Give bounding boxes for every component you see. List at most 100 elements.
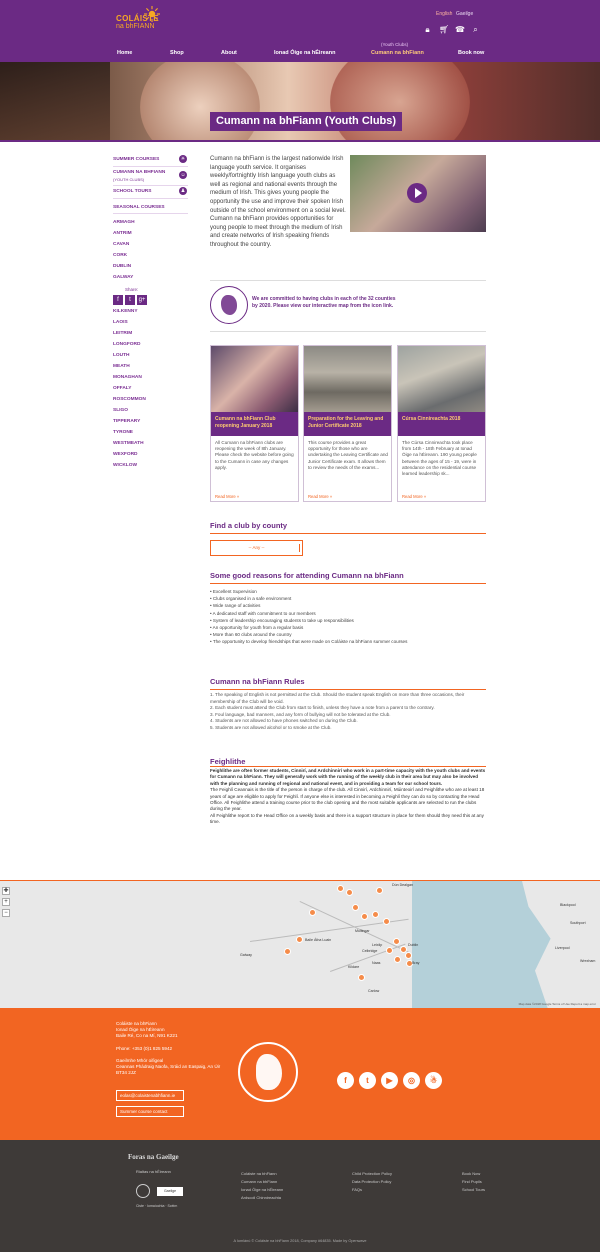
lang-english-link[interactable]: English bbox=[436, 11, 452, 17]
seasonal-courses-title: SEASONAL COURSES bbox=[113, 205, 165, 210]
map-pin[interactable] bbox=[372, 911, 379, 918]
map-pin[interactable] bbox=[405, 952, 412, 959]
footer-link[interactable]: Coláiste na bhFiann bbox=[241, 1170, 283, 1178]
sidebar-county[interactable]: MEATH bbox=[113, 364, 188, 369]
zoom-out-button[interactable]: − bbox=[2, 909, 10, 917]
map-pin[interactable] bbox=[296, 936, 303, 943]
sidebar-county[interactable]: LONGFORD bbox=[113, 342, 188, 347]
map-pin[interactable] bbox=[337, 885, 344, 892]
nav-about[interactable]: About bbox=[221, 50, 237, 56]
map-pin[interactable] bbox=[346, 889, 353, 896]
sidebar-county[interactable]: LEITRIM bbox=[113, 331, 188, 336]
map-label: Liverpool bbox=[555, 946, 570, 950]
twitter-share-icon[interactable]: t bbox=[125, 295, 135, 305]
cart-icon[interactable]: 🛒︎ bbox=[439, 25, 449, 34]
read-more-link[interactable]: Read More » bbox=[308, 494, 332, 499]
footer-link[interactable]: Ionad Óige na hÉireann bbox=[241, 1186, 283, 1194]
twitter-icon[interactable]: t bbox=[359, 1072, 376, 1089]
sidebar-county[interactable]: WICKLOW bbox=[113, 463, 188, 468]
phone-icon[interactable]: ☎︎ bbox=[455, 25, 465, 34]
map-attribution[interactable]: Map data ©2018 Google Terms of Use Repor… bbox=[519, 1002, 596, 1006]
summer-contact-button[interactable]: Summer course contact bbox=[116, 1106, 184, 1117]
nav-shop[interactable]: Shop bbox=[170, 50, 184, 56]
instagram-icon[interactable]: ◎ bbox=[403, 1072, 420, 1089]
news-card-image bbox=[211, 346, 298, 412]
footer-link[interactable]: FAQs bbox=[352, 1186, 392, 1194]
county-select[interactable]: -- Any -- bbox=[210, 540, 303, 556]
map-pin[interactable] bbox=[309, 909, 316, 916]
sidebar-county[interactable]: LAOIS bbox=[113, 320, 188, 325]
intro-video[interactable] bbox=[350, 155, 486, 232]
sidebar-item-cumann[interactable]: CUMANN NA BHFIANN bbox=[113, 170, 188, 175]
map-pin[interactable] bbox=[393, 938, 400, 945]
zoom-in-button[interactable]: + bbox=[2, 898, 10, 906]
sidebar-county[interactable]: TYRONE bbox=[113, 430, 188, 435]
map-pin[interactable] bbox=[352, 904, 359, 911]
sidebar-county[interactable]: TIPPERARY bbox=[113, 419, 188, 424]
nav-home[interactable]: Home bbox=[117, 50, 132, 56]
sidebar-county[interactable]: KILKENNY bbox=[113, 309, 188, 314]
footer-link[interactable]: Data Protection Policy bbox=[352, 1178, 392, 1186]
list-item: 2. Each student must attend the Club fro… bbox=[210, 705, 435, 711]
sidebar-county[interactable]: OFFALY bbox=[113, 386, 188, 391]
news-card-title[interactable]: Preparation for the Leaving and Junior C… bbox=[304, 412, 391, 436]
foras-logo[interactable]: Foras na Gaeilge bbox=[128, 1153, 179, 1161]
sidebar-county[interactable]: SLIGO bbox=[113, 408, 188, 413]
gaeilge-logo[interactable]: Gaeilge bbox=[157, 1187, 183, 1196]
logo[interactable]: COLÁISTE na bhFIANN bbox=[116, 6, 176, 34]
clubs-map[interactable]: ✚ + − Dún Dealgan Galway Baile Átha Luai… bbox=[0, 880, 600, 1008]
map-pin[interactable] bbox=[284, 948, 291, 955]
news-card[interactable]: Cúrsa Cinnireachta 2018 The Cúrsa Cinnir… bbox=[397, 345, 486, 502]
read-more-link[interactable]: Read More » bbox=[402, 494, 426, 499]
sidebar-county[interactable]: CORK bbox=[113, 253, 188, 258]
news-card-title[interactable]: Cúrsa Cinnireachta 2018 bbox=[398, 412, 485, 436]
map-pin[interactable] bbox=[386, 947, 393, 954]
footer-link[interactable]: Book Now bbox=[462, 1170, 485, 1178]
read-more-link[interactable]: Read More » bbox=[215, 494, 239, 499]
nav-ionad-oige[interactable]: Ionad Óige na hÉireann bbox=[274, 50, 335, 56]
sidebar-item-school-tours[interactable]: SCHOOL TOURS bbox=[113, 189, 188, 194]
map-pin[interactable] bbox=[358, 974, 365, 981]
sidebar-county[interactable]: ARMAGH bbox=[113, 220, 188, 225]
map-pan-icon[interactable]: ✚ bbox=[2, 887, 10, 895]
map-pin[interactable] bbox=[394, 956, 401, 963]
news-card[interactable]: Cumann na bhFiann Club reopening January… bbox=[210, 345, 299, 502]
nav-cumann-na-bhfiann[interactable]: Cumann na bhFiann bbox=[371, 50, 424, 56]
map-pin[interactable] bbox=[376, 887, 383, 894]
facebook-share-icon[interactable]: f bbox=[113, 295, 123, 305]
footer-link[interactable]: Find Pupils bbox=[462, 1178, 485, 1186]
lang-gaeilge-link[interactable]: Gaeilge bbox=[456, 11, 473, 17]
footer-link[interactable]: School Tours bbox=[462, 1186, 485, 1194]
sidebar-item-summer-courses[interactable]: SUMMER COURSES bbox=[113, 157, 188, 162]
list-item: More than 60 clubs around the country bbox=[210, 631, 407, 638]
search-icon[interactable]: ⌕ bbox=[471, 25, 480, 34]
snapchat-icon[interactable]: ☃ bbox=[425, 1072, 442, 1089]
play-icon[interactable] bbox=[407, 183, 427, 203]
nav-book-now[interactable]: Book now bbox=[458, 50, 484, 56]
sidebar-county[interactable]: WEXFORD bbox=[113, 452, 188, 457]
sidebar-county[interactable]: MONAGHAN bbox=[113, 375, 188, 380]
sidebar-county[interactable]: WESTMEATH bbox=[113, 441, 188, 446]
facebook-icon[interactable]: f bbox=[337, 1072, 354, 1089]
googleplus-share-icon[interactable]: g+ bbox=[137, 295, 147, 305]
lock-icon[interactable]: 🔒︎ bbox=[423, 25, 432, 34]
news-card-title[interactable]: Cumann na bhFiann Club reopening January… bbox=[211, 412, 298, 436]
news-card[interactable]: Preparation for the Leaving and Junior C… bbox=[303, 345, 392, 502]
sidebar-county[interactable]: DUBLIN bbox=[113, 264, 188, 269]
footer-link[interactable]: Child Protection Policy bbox=[352, 1170, 392, 1178]
map-pin[interactable] bbox=[383, 918, 390, 925]
footer-link[interactable]: Cumann na bhFiann bbox=[241, 1178, 283, 1186]
map-pin[interactable] bbox=[361, 913, 368, 920]
sidebar-county[interactable]: ANTRIM bbox=[113, 231, 188, 236]
sidebar-county[interactable]: GALWAY bbox=[113, 275, 188, 280]
youtube-icon[interactable]: ▶ bbox=[381, 1072, 398, 1089]
ireland-map-icon[interactable] bbox=[210, 286, 248, 324]
people-icon: ☺ bbox=[179, 171, 187, 179]
map-label: Leixlip bbox=[372, 943, 383, 947]
footer-link[interactable]: Ardscoil Chinnireachta bbox=[241, 1194, 283, 1202]
sidebar-county[interactable]: CAVAN bbox=[113, 242, 188, 247]
sidebar-county[interactable]: ROSCOMMON bbox=[113, 397, 188, 402]
sidebar-county[interactable]: LOUTH bbox=[113, 353, 188, 358]
email-button[interactable]: eolas@colaistenabhfiann.ie bbox=[116, 1090, 184, 1101]
footer-phone[interactable]: Phone: +353 (0)1 825 5942 bbox=[116, 1046, 256, 1052]
